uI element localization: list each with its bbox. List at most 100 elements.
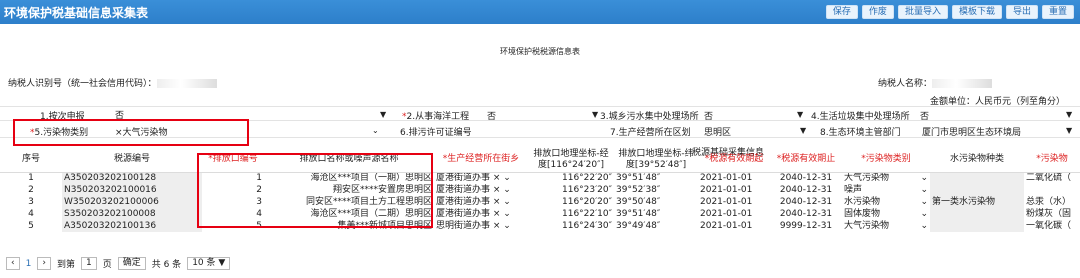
column-header: 序号	[0, 148, 62, 173]
cell-code: W350203202100006	[62, 196, 202, 208]
cell-no: 5	[28, 220, 34, 231]
cell-lng: 116°23′20″	[562, 184, 612, 195]
cell-street[interactable]: 厦港街道办事 × ⌄	[434, 184, 528, 196]
cell-cat[interactable]: 水污染物 ⌄	[842, 196, 930, 208]
next-page-icon[interactable]: ›	[37, 257, 51, 270]
column-header: 水污染物种类	[930, 148, 1024, 173]
form-subtitle: 环境保护税税源信息表	[500, 47, 580, 56]
chevron-down-icon[interactable]: ⌄	[372, 126, 379, 135]
clear-select-icon[interactable]: × ⌄	[490, 173, 511, 183]
cell-end: 2040-12-31	[779, 184, 833, 195]
cell-no: 4	[28, 208, 34, 219]
q2-select[interactable]: 否	[487, 109, 496, 122]
column-header: 排放口地理坐标-经度[116°24′20″]	[528, 148, 614, 173]
chevron-down-icon[interactable]: ▼	[592, 110, 598, 119]
chevron-down-icon[interactable]: ⌄	[920, 197, 928, 208]
cell-no: 3	[28, 196, 34, 207]
column-header: *税源有效期起	[698, 148, 770, 173]
toolbar: 保存 作废 批量导入 模板下载 导出 重置	[825, 5, 1074, 19]
chevron-down-icon[interactable]: ⌄	[920, 221, 928, 232]
page-title: 环境保护税基础信息采集表	[4, 6, 149, 20]
template-download-button[interactable]: 模板下载	[951, 5, 1002, 19]
cell-cat[interactable]: 噪声 ⌄	[842, 184, 930, 196]
chevron-down-icon[interactable]: ▼	[800, 126, 806, 135]
cell-cat[interactable]: 固体废物 ⌄	[842, 208, 930, 220]
highlight-box	[13, 119, 249, 146]
cell-street[interactable]: 厦港街道办事 × ⌄	[434, 196, 528, 208]
source-table: 序号 税源编号 *排放口编号 排放口名称或噪声源名称 *生产经营所在街乡 排放口…	[0, 148, 1080, 232]
table-row: 3 W350203202100006 3 同安区****项目土方工程思明区 厦港街道办事…	[0, 196, 1080, 208]
table-row: 1 A350203202100128 1 海沧区***项目（一期）思明区 厦港街道办事 …	[0, 172, 1080, 184]
q4-label: 4.生活垃圾集中处理场所	[811, 112, 910, 122]
q7-select[interactable]: 思明区	[704, 125, 731, 138]
confirm-button[interactable]: 确定	[117, 257, 146, 270]
cell-lng: 116°20′20″	[562, 196, 612, 207]
current-page[interactable]: 1	[26, 259, 32, 269]
taxpayer-id-label: 纳税人识别号（统一社会信用代码）：	[8, 76, 217, 89]
cell-pol: 粉煤灰（固	[1026, 208, 1072, 219]
cell-street[interactable]: 厦港街道办事 × ⌄	[434, 208, 528, 220]
cell-no: 2	[28, 184, 34, 195]
cell-water[interactable]: 第一类水污染物	[930, 196, 1024, 208]
column-header: *税源有效期止	[770, 148, 842, 173]
chevron-down-icon[interactable]: ⌄	[920, 185, 928, 196]
chevron-down-icon[interactable]: ⌄	[920, 173, 928, 184]
cell-water[interactable]	[930, 220, 1024, 232]
save-button[interactable]: 保存	[825, 5, 858, 19]
cell-end: 2040-12-31	[779, 196, 833, 207]
table-row: 2 N350203202100016 2 翔安区****安置房思明区 厦港街道办事 × …	[0, 184, 1080, 196]
chevron-down-icon[interactable]: ▼	[1066, 110, 1072, 119]
cell-start: 2021-01-01	[700, 172, 753, 183]
cell-end: 2040-12-31	[779, 208, 833, 219]
cell-lat: 39°51′48″	[616, 172, 661, 183]
cell-cat[interactable]: 大气污染物 ⌄	[842, 172, 930, 184]
q8-select[interactable]: 厦门市思明区生态环境局	[922, 125, 1021, 138]
cell-lng: 116°24′30″	[562, 220, 612, 231]
cell-street[interactable]: 厦港街道办事 × ⌄	[434, 172, 528, 184]
cell-pol: 二氧化硫（	[1026, 172, 1072, 183]
page-input[interactable]: 1	[80, 257, 97, 270]
cell-pol: 一氧化碳（	[1026, 220, 1072, 231]
batch-import-button[interactable]: 批量导入	[897, 5, 948, 19]
cell-cat[interactable]: 大气污染物 ⌄	[842, 220, 930, 232]
table-row: 4 S350203202100008 4 海沧区***项目（二期）思明区 厦港街道办事 …	[0, 208, 1080, 220]
prev-page-icon[interactable]: ‹	[6, 257, 20, 270]
clear-select-icon[interactable]: × ⌄	[490, 221, 511, 231]
cell-lng: 116°22′10″	[562, 208, 612, 219]
chevron-down-icon[interactable]: ▼	[1066, 126, 1072, 135]
cell-water[interactable]	[930, 208, 1024, 220]
clear-select-icon[interactable]: × ⌄	[490, 209, 511, 219]
goto-label: 到第	[56, 260, 75, 270]
cell-lat: 39°51′48″	[616, 208, 661, 219]
column-header: *污染物	[1024, 148, 1080, 173]
cell-water[interactable]	[930, 184, 1024, 196]
table-row: 5 A350203202100136 5 集美***新城项目思明区 思明街道办事 × ⌄…	[0, 220, 1080, 232]
cell-code: A350203202100136	[62, 220, 202, 232]
masked-value	[156, 79, 217, 88]
cell-lng: 116°22′20″	[562, 172, 612, 183]
cell-end: 9999-12-31	[779, 220, 833, 231]
export-button[interactable]: 导出	[1005, 5, 1038, 19]
cell-water[interactable]	[930, 172, 1024, 184]
chevron-down-icon[interactable]: ▼	[380, 110, 386, 119]
reset-button[interactable]: 重置	[1041, 5, 1074, 19]
title-bar: 环境保护税基础信息采集表 保存 作废 批量导入 模板下载 导出 重置	[0, 0, 1080, 24]
cell-code: A350203202100128	[62, 172, 202, 184]
cell-start: 2021-01-01	[700, 196, 753, 207]
total-count: 共 6 条	[151, 260, 182, 270]
chevron-down-icon[interactable]: ▼	[797, 110, 803, 119]
taxpayer-name-label: 纳税人名称：	[878, 76, 993, 89]
clear-select-icon[interactable]: × ⌄	[490, 185, 511, 195]
cell-start: 2021-01-01	[700, 220, 753, 231]
chevron-down-icon[interactable]: ⌄	[920, 209, 928, 220]
q6-label: 6.排污许可证编号	[400, 128, 472, 138]
q4-select[interactable]: 否	[920, 109, 929, 122]
q7-label: 7.生产经营所在区划	[610, 128, 691, 138]
clear-select-icon[interactable]: × ⌄	[490, 197, 511, 207]
void-button[interactable]: 作废	[861, 5, 894, 19]
q3-select[interactable]: 否	[704, 109, 713, 122]
page-size-select[interactable]: 10 条 ▼	[187, 257, 231, 270]
cell-street[interactable]: 思明街道办事 × ⌄	[434, 220, 528, 232]
column-header: *污染物类别	[842, 148, 930, 173]
masked-value	[932, 79, 993, 88]
